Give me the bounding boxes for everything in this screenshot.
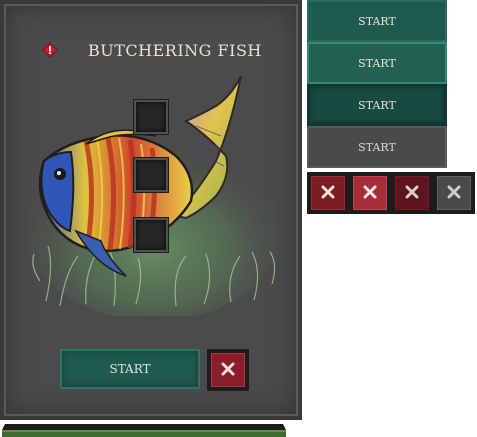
close-icon: [447, 184, 461, 203]
close-icon: [363, 184, 377, 203]
close-button-states: [307, 172, 475, 214]
start-button-hover[interactable]: START: [307, 42, 447, 84]
close-button-hover[interactable]: [353, 176, 387, 210]
dialog-header: BUTCHERING FISH: [42, 36, 262, 64]
ingredient-slot-2[interactable]: [134, 158, 168, 192]
close-button[interactable]: [207, 349, 249, 391]
close-icon: [321, 184, 335, 203]
start-button-states: START START START START: [307, 0, 447, 168]
start-button-pressed[interactable]: START: [307, 84, 447, 126]
close-icon: [221, 361, 235, 380]
close-icon: [405, 184, 419, 203]
start-button[interactable]: START: [60, 349, 200, 389]
dialog-title: BUTCHERING FISH: [88, 40, 262, 60]
butchering-dialog: BUTCHERING FISH START: [0, 0, 302, 420]
close-button-disabled: [437, 176, 471, 210]
start-button-normal[interactable]: START: [307, 0, 447, 42]
ui-sprite-sheet: BUTCHERING FISH START START START START …: [0, 0, 477, 437]
warning-icon: [42, 42, 58, 58]
progress-bar: [2, 424, 286, 437]
ingredient-slot-1[interactable]: [134, 100, 168, 134]
start-button-disabled: START: [307, 126, 447, 168]
ingredient-slot-3[interactable]: [134, 218, 168, 252]
close-button-pressed[interactable]: [395, 176, 429, 210]
close-button-normal[interactable]: [311, 176, 345, 210]
